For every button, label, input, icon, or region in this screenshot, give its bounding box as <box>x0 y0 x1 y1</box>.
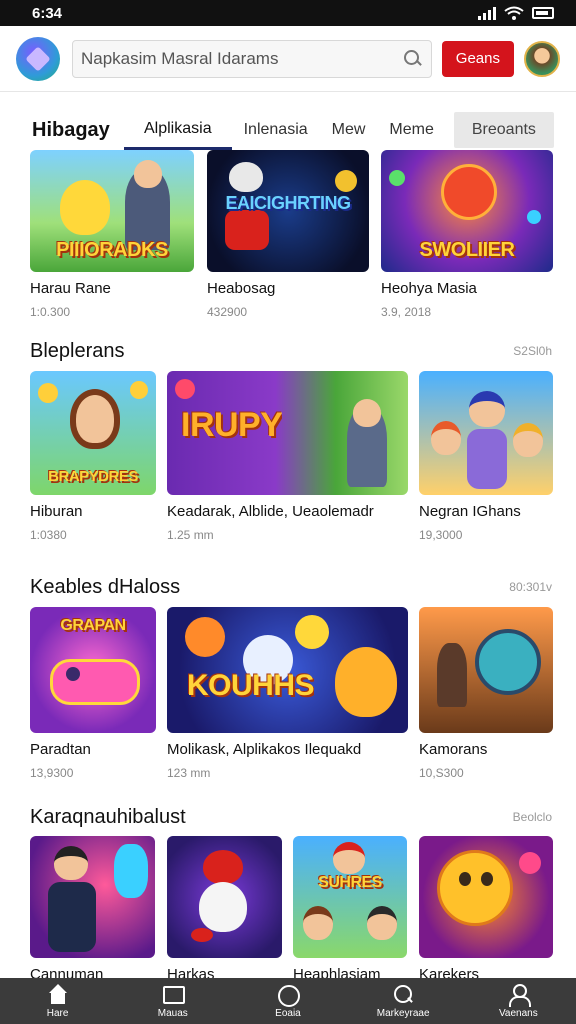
app-meta: 1.25 mm <box>167 528 214 542</box>
app-name: Keadarak, Alblide, Ueaolemadr <box>167 503 374 520</box>
app-thumbnail[interactable] <box>30 836 155 958</box>
avatar[interactable] <box>524 40 560 77</box>
app-card[interactable]: Karekers <box>419 836 553 983</box>
app-meta: 19,3000 <box>419 528 463 542</box>
app-thumbnail[interactable]: BRAPYDRES <box>30 371 156 495</box>
bottom-navigation: Hare Mauas Eoaia Markeyraae Vaenans <box>0 978 576 1024</box>
thumbnail-title: IRUPY <box>181 406 283 444</box>
app-card[interactable]: Harkas <box>167 836 282 983</box>
category-tabs: Hibagay Alplikasia Inlenasia Mew Meme Br… <box>0 110 576 150</box>
app-meta: 1:0380 <box>30 528 67 542</box>
status-time: 6:34 <box>32 4 63 22</box>
app-name: Molikask, Alplikakos Ilequakd <box>167 741 362 758</box>
section-title: Keables dHaloss <box>30 576 181 598</box>
search-icon[interactable] <box>403 49 423 69</box>
app-thumbnail[interactable]: SUHRES <box>293 836 407 958</box>
app-thumbnail[interactable]: EAICIGHRTING <box>207 150 369 272</box>
wifi-icon <box>504 6 524 20</box>
app-name: Hiburan <box>30 503 83 520</box>
app-thumbnail[interactable] <box>419 371 553 495</box>
battery-icon <box>532 7 554 19</box>
thumbnail-title: SUHRES <box>318 874 382 891</box>
nav-label: Hare <box>46 1007 69 1019</box>
nav-item-home[interactable]: Hare <box>8 983 108 1019</box>
app-name: Paradtan <box>30 741 91 758</box>
app-thumbnail[interactable]: SWOLIIER <box>381 150 553 272</box>
app-card[interactable]: KOUHHS Molikask, Alplikakos Ilequakd 123… <box>167 607 408 780</box>
tab-new[interactable]: Mew <box>320 110 378 150</box>
signal-icon <box>478 6 496 20</box>
search-field[interactable]: Napkasim Masral Idarams <box>72 39 432 78</box>
nav-label: Mauas <box>157 1007 188 1019</box>
app-card[interactable]: EAICIGHRTING Heabosag 432900 <box>207 150 369 319</box>
nav-item-explore[interactable]: Eoaia <box>238 984 338 1019</box>
home-icon <box>47 983 69 1006</box>
section-more-link[interactable]: Beolclo <box>513 810 552 824</box>
nav-item-messages[interactable]: Mauas <box>123 984 223 1019</box>
section-more-link[interactable]: 80:301v <box>509 580 552 594</box>
nav-item-profile[interactable]: Vaenans <box>468 983 568 1019</box>
app-card[interactable]: Negran IGhans 19,3000 <box>419 371 553 542</box>
nav-label: Markeyraae <box>376 1007 430 1019</box>
app-thumbnail[interactable]: GRAPAN <box>30 607 156 733</box>
thumbnail-title: GRAPAN <box>60 617 126 634</box>
thumbnail-title: KOUHHS <box>187 669 315 702</box>
app-name: Heohya Masia <box>381 280 477 297</box>
app-thumbnail[interactable]: KOUHHS <box>167 607 408 733</box>
tab-meme[interactable]: Meme <box>377 110 445 150</box>
app-meta: 13,9300 <box>30 766 74 780</box>
action-button[interactable]: Geans <box>441 40 514 77</box>
app-thumbnail[interactable]: PIIIORADKS <box>30 150 194 272</box>
thumbnail-title: EAICIGHRTING <box>225 193 351 213</box>
app-meta: 1:0.300 <box>30 305 71 319</box>
tab-applications[interactable]: Alplikasia <box>124 110 232 150</box>
app-meta: 10,S300 <box>419 766 464 780</box>
app-card[interactable]: Cannuman <box>30 836 155 983</box>
app-meta: 123 mm <box>167 766 211 780</box>
section-title: Karaqnauhibalust <box>30 806 186 828</box>
nav-item-marketplace[interactable]: Markeyraae <box>353 984 453 1019</box>
app-card[interactable]: SWOLIIER Heohya Masia 3.9, 2018 <box>381 150 553 319</box>
status-icons <box>478 6 554 20</box>
tab-home[interactable]: Hibagay <box>32 110 124 150</box>
app-card[interactable]: SUHRES Heaphlasiam <box>293 836 407 983</box>
app-name: Kamorans <box>419 741 488 758</box>
app-name: Negran IGhans <box>419 503 521 520</box>
app-name: Heabosag <box>207 280 276 297</box>
nav-label: Vaenans <box>498 1007 538 1019</box>
app-card[interactable]: PIIIORADKS Harau Rane 1:0.300 <box>30 150 194 319</box>
search-icon <box>392 984 414 1006</box>
top-bar: Napkasim Masral Idarams Geans <box>0 26 576 92</box>
app-card[interactable]: IRUPY Keadarak, Alblide, Ueaolemadr 1.25… <box>167 371 408 542</box>
section-title: Bleplerans <box>30 340 125 362</box>
tab-indonesia[interactable]: Inlenasia <box>232 110 320 150</box>
app-logo-icon[interactable] <box>16 36 60 81</box>
status-bar: 6:34 <box>0 0 576 26</box>
thumbnail-title: PIIIORADKS <box>56 239 168 261</box>
search-input[interactable]: Napkasim Masral Idarams <box>81 49 403 69</box>
thumbnail-title: SWOLIIER <box>419 239 515 261</box>
app-thumbnail[interactable] <box>419 836 553 958</box>
thumbnail-title: BRAPYDRES <box>48 468 138 485</box>
user-icon <box>507 983 532 1007</box>
app-thumbnail[interactable] <box>167 836 282 958</box>
app-meta: 432900 <box>207 305 248 319</box>
app-name: Harau Rane <box>30 280 111 297</box>
app-meta: 3.9, 2018 <box>381 305 432 319</box>
message-icon <box>162 984 185 1006</box>
app-thumbnail[interactable] <box>419 607 553 733</box>
nav-label: Eoaia <box>275 1007 301 1019</box>
section-more-link[interactable]: S2Sl0h <box>513 344 552 358</box>
app-card[interactable]: GRAPAN Paradtan 13,9300 <box>30 607 156 780</box>
circle-icon <box>277 984 300 1007</box>
tab-more[interactable]: Breoants <box>453 112 554 148</box>
app-card[interactable]: BRAPYDRES Hiburan 1:0380 <box>30 371 156 542</box>
app-card[interactable]: Kamorans 10,S300 <box>419 607 553 780</box>
app-thumbnail[interactable]: IRUPY <box>167 371 408 495</box>
